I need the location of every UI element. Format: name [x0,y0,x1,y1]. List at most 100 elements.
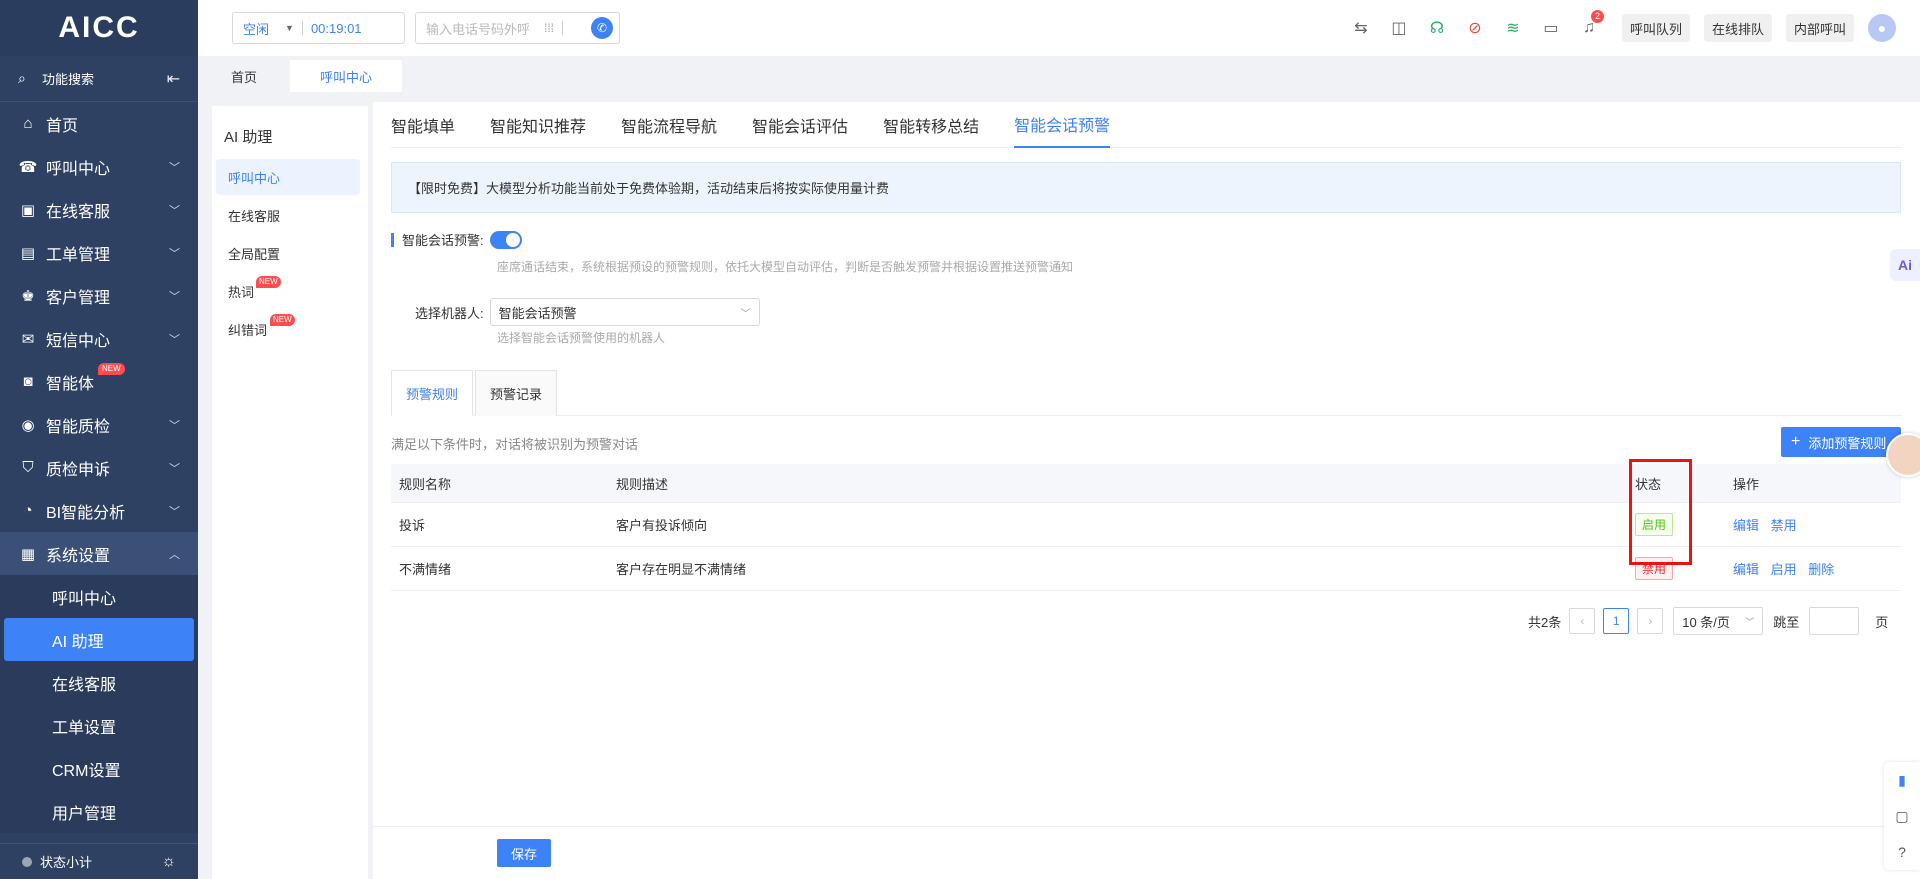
delete-link[interactable]: 删除 [1808,562,1834,577]
sidebar-item-label: 在线客服 [46,203,111,221]
function-search-label: 功能搜索 [42,72,95,87]
page-size-select[interactable]: 10 条/页 ﹀ [1673,607,1764,635]
ai-assistant-menu: AI 助理 呼叫中心 在线客服 全局配置 热词 NEW 纠错词 NEW [212,106,368,879]
status-summary[interactable]: 状态小计 ☼ [0,843,198,879]
wifi-icon[interactable]: ≋ [1494,18,1532,38]
theme-toggle-icon[interactable]: ☼ [161,853,176,871]
agent-status-select[interactable]: 空闲 ▼ 00:19:01 [232,12,405,44]
menu-item-online-service[interactable]: 在线客服 [216,197,360,233]
sidebar-subitem-online-service[interactable]: 在线客服 [4,661,194,704]
tab-knowledge-recommend[interactable]: 智能知识推荐 [490,102,586,148]
ai-assistant-float-icon[interactable]: Ai [1890,249,1920,281]
shield-icon: ⛉ [22,459,34,476]
sidebar-item-call-center[interactable]: ☎ 呼叫中心 ﹀ [0,145,198,188]
help-icon[interactable]: ? [1884,834,1920,870]
headset-icon[interactable]: ☊ [1418,18,1456,38]
dial-input[interactable]: 输入电话号码外呼 ⁞⁞⁞ ✆ [415,12,620,44]
tab-home[interactable]: 首页 [198,60,291,92]
jump-page-input[interactable] [1809,607,1860,635]
tab-call-center[interactable]: 呼叫中心 [290,60,403,92]
save-button[interactable]: 保存 [497,839,551,867]
menu-item-label: 热词 [228,284,255,300]
tab-smart-form[interactable]: 智能填单 [391,102,455,148]
sidebar-item-home[interactable]: ⌂ 首页 [0,102,198,145]
prev-page-button[interactable]: ‹ [1569,608,1596,634]
tab-session-warning[interactable]: 智能会话预警 [1014,102,1111,148]
call-button[interactable]: ✆ [591,17,613,39]
sidebar-item-appeal[interactable]: ⛉ 质检申诉 ﹀ [0,446,198,489]
chevron-down-icon: ﹀ [169,419,180,432]
menu-item-correction-words[interactable]: 纠错词 NEW [216,311,360,347]
sidebar-item-agent[interactable]: ◙ 智能体 NEW [0,360,198,403]
sidebar-item-customer[interactable]: ♚ 客户管理 ﹀ [0,274,198,317]
total-count: 共2条 [1528,614,1562,630]
enable-link[interactable]: 启用 [1771,562,1797,577]
menu-item-hotwords[interactable]: 热词 NEW [216,273,360,309]
sidebar-item-sms[interactable]: ✉ 短信中心 ﹀ [0,317,198,360]
transfer-icon[interactable]: ⇆ [1342,18,1380,38]
sidebar-item-label: 智能体 [46,375,95,393]
actions-cell: 编辑 禁用 [1733,515,1901,534]
dialpad-icon[interactable]: ⁞⁞⁞ [544,21,554,35]
sidebar-item-label: 短信中心 [46,332,111,350]
new-badge: NEW [98,363,125,375]
tab-warning-rules[interactable]: 预警规则 [391,370,474,416]
function-search[interactable]: ⌕ 功能搜索 ⇤ [0,56,198,102]
condition-text: 满足以下条件时，对话将被识别为预警对话 [391,437,639,452]
edit-link[interactable]: 编辑 [1733,562,1759,577]
disable-link[interactable]: 禁用 [1771,518,1797,533]
rules-table: 规则名称 规则描述 状态 操作 投诉 客户有投诉倾向 启用 编辑 禁用 不满情绪… [391,464,1901,591]
status-cell: 禁用 [1621,557,1733,580]
tab-session-evaluation[interactable]: 智能会话评估 [752,102,848,148]
robot-help-text: 选择智能会话预警使用的机器人 [497,331,666,345]
sidebar-subitem-crm-settings[interactable]: CRM设置 [4,747,194,790]
feedback-icon[interactable]: ▢ [1884,798,1920,834]
plus-icon: + [1791,433,1801,450]
sidebar-subitem-ai-assistant[interactable]: AI 助理 [4,618,194,661]
calendar-icon[interactable]: ▭ [1532,18,1570,38]
page-size-value: 10 条/页 [1682,614,1730,630]
chevron-down-icon: ﹀ [169,333,180,346]
next-page-button[interactable]: › [1637,608,1664,634]
sidebar-item-quality[interactable]: ◉ 智能质检 ﹀ [0,403,198,446]
sidebar-item-bi[interactable]: ◔ BI智能分析 ﹀ [0,489,198,532]
sidebar-subitem-user-management[interactable]: 用户管理 [4,790,194,833]
chevron-down-icon: ﹀ [169,204,180,217]
top-header: 空闲 ▼ 00:19:01 输入电话号码外呼 ⁞⁞⁞ ✆ ⇆ ◫ ☊ ⊘ ≋ ▭… [198,0,1920,56]
menu-item-call-center[interactable]: 呼叫中心 [216,159,360,195]
right-toolbar: ▮ ▢ ? [1884,762,1920,870]
call-queue-button[interactable]: 呼叫队列 [1621,14,1690,42]
menu-item-global-config[interactable]: 全局配置 [216,235,360,271]
sidebar-item-ticket[interactable]: ▤ 工单管理 ﹀ [0,231,198,274]
tab-transfer-summary[interactable]: 智能转移总结 [883,102,979,148]
divider [562,21,564,35]
avatar[interactable]: ● [1868,14,1896,42]
robot-select[interactable]: 智能会话预警 ﹀ [489,298,760,326]
sidebar-item-settings[interactable]: ▦ 系统设置 ︿ [0,532,198,575]
bell-icon[interactable]: ♫ 2 [1570,10,1608,37]
collapse-menu-icon[interactable]: ⇤ [167,69,180,89]
dial-placeholder: 输入电话号码外呼 [426,21,531,37]
sidebar: AICC ⌕ 功能搜索 ⇤ ⌂ 首页 ☎ 呼叫中心 ﹀ ▣ 在线客服 ﹀ ▤ 工… [0,0,198,879]
tab-warning-records[interactable]: 预警记录 [475,370,558,416]
caret-down-icon: ▼ [285,23,294,33]
online-queue-button[interactable]: 在线排队 [1703,14,1772,42]
internal-call-button[interactable]: 内部呼叫 [1785,14,1854,42]
edit-link[interactable]: 编辑 [1733,518,1759,533]
page-unit-label: 页 [1875,614,1889,630]
sidebar-item-online-service[interactable]: ▣ 在线客服 ﹀ [0,188,198,231]
rule-name: 不满情绪 [399,562,452,577]
mute-icon[interactable]: ⊘ [1456,18,1494,38]
sidebar-subitem-ticket-settings[interactable]: 工单设置 [4,704,194,747]
bookmark-icon[interactable]: ▮ [1884,762,1920,798]
col-actions: 操作 [1733,476,1760,492]
message-icon[interactable]: ◫ [1380,18,1418,38]
sidebar-subitem-call-center[interactable]: 呼叫中心 [4,575,194,618]
page-number-button[interactable]: 1 [1603,608,1630,634]
chat-icon: ▣ [20,201,36,219]
robot-select-value: 智能会话预警 [498,305,577,321]
warning-toggle[interactable] [489,230,522,249]
menu-item-label: 呼叫中心 [228,170,281,186]
tab-flow-navigation[interactable]: 智能流程导航 [621,102,717,148]
add-rule-button[interactable]: + 添加预警规则 [1781,427,1901,457]
